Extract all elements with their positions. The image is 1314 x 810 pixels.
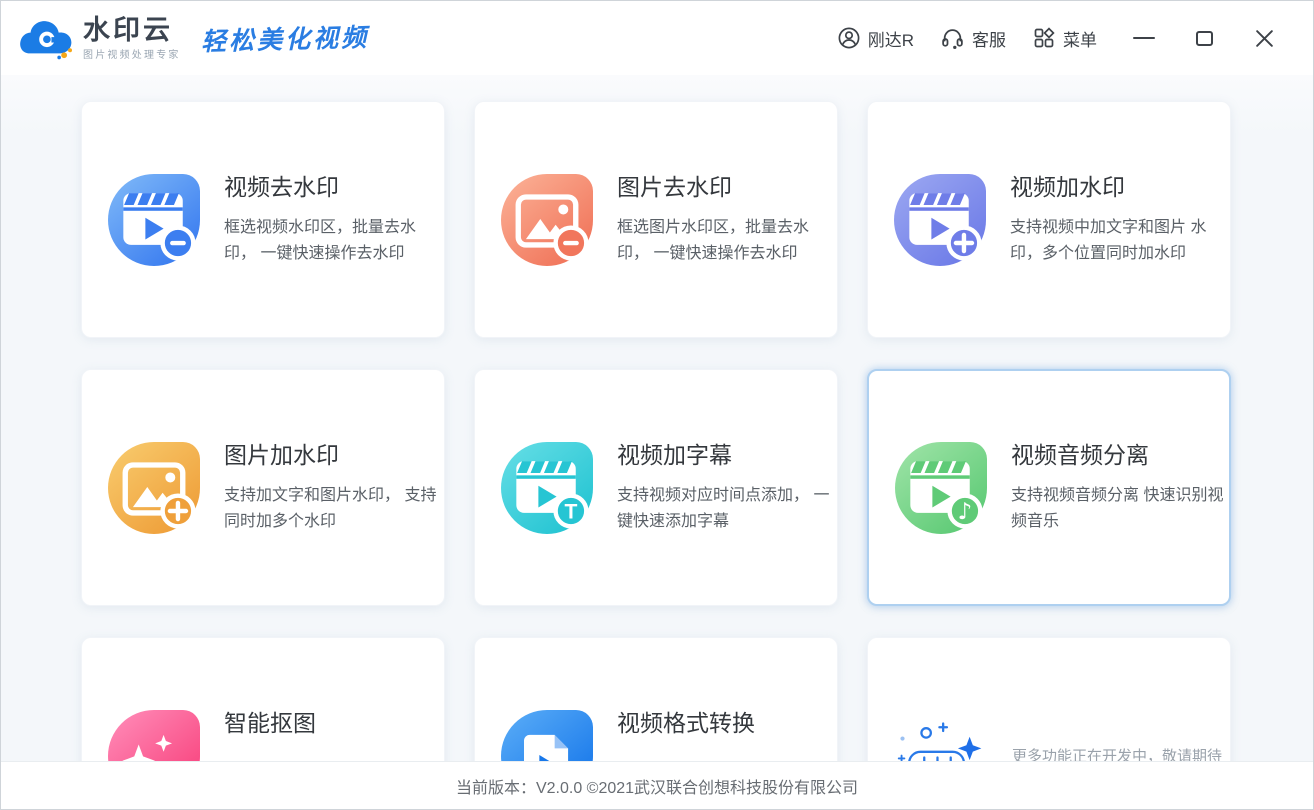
card-description: 支持加文字和图片水印， 支持同时加多个水印: [224, 487, 437, 530]
card-video-audio-split[interactable]: ♪ 视频音频分离 支持视频音频分离 快速识别视频音乐: [867, 369, 1231, 606]
card-image-remove-watermark[interactable]: 图片去水印 框选图片水印区，批量去水印， 一键快速操作去水印: [474, 101, 838, 338]
card-description: 支持视频中加文字和图片 水印，多个位置同时加水印: [1010, 219, 1207, 262]
customer-service-label: 客服: [972, 30, 1006, 50]
minus-badge: [170, 240, 186, 245]
card-title: 视频去水印: [224, 174, 339, 200]
image-remove-watermark-icon: [515, 193, 589, 261]
card-title: 图片加水印: [224, 442, 339, 468]
app-subtitle: 图片视频处理专家: [83, 49, 181, 61]
title-bar: 水印云 图片视频处理专家 轻松美化视频 刚达R 客服 菜单: [1, 1, 1313, 75]
card-title: 智能抠图: [224, 710, 316, 736]
coming-soon-illustration: [897, 721, 982, 761]
app-logo: 水印云 图片视频处理专家: [17, 15, 181, 61]
user-icon: [838, 27, 860, 49]
headset-icon: [942, 28, 963, 49]
card-description: 框选视频水印区，批量去水印， 一键快速操作去水印: [224, 219, 417, 262]
coming-soon-text: 更多功能正在开发中，敬请期待: [1012, 748, 1223, 761]
maximize-icon: [1195, 30, 1213, 46]
video-format-convert-icon: [524, 734, 569, 761]
music-note-badge: ♪: [958, 499, 973, 525]
minimize-button[interactable]: [1131, 25, 1157, 51]
slogan: 轻松美化视频: [200, 24, 370, 57]
feature-grid-area: 视频去水印 框选视频水印区，批量去水印， 一键快速操作去水印 图片去水印 框选图…: [1, 75, 1313, 761]
feature-grid: 视频去水印 框选视频水印区，批量去水印， 一键快速操作去水印 图片去水印 框选图…: [1, 75, 1313, 761]
status-bar: 当前版本：V2.0.0 ©2021武汉联合创想科技股份有限公司: [1, 761, 1313, 809]
minus-badge: [563, 240, 579, 245]
minimize-icon: [1133, 36, 1155, 40]
video-add-subtitle-icon: T: [516, 460, 589, 529]
card-description: [224, 751, 442, 761]
maximize-button[interactable]: [1191, 25, 1217, 51]
card-description: 框选图片水印区，批量去水印， 一键快速操作去水印: [617, 219, 810, 262]
app-title: 水印云: [83, 14, 173, 45]
card-title: 视频格式转换: [617, 710, 755, 736]
card-coming-soon[interactable]: 更多功能正在开发中，敬请期待: [867, 637, 1231, 761]
customer-service-button[interactable]: 客服: [940, 26, 1006, 51]
video-add-watermark-icon: [909, 192, 982, 261]
card-title: 图片去水印: [617, 174, 732, 200]
video-audio-split-icon: ♪: [910, 460, 983, 529]
close-icon: [1255, 29, 1273, 47]
smart-cutout-icon: [122, 734, 173, 761]
card-video-add-watermark[interactable]: 视频加水印 支持视频中加文字和图片 水印，多个位置同时加水印: [867, 101, 1231, 338]
card-title: 视频音频分离: [1011, 442, 1149, 468]
cloud-logo-icon: [20, 21, 73, 60]
menu-grid-icon: [1034, 27, 1055, 48]
user-name: 刚达R: [867, 30, 914, 50]
menu-button[interactable]: 菜单: [1032, 26, 1097, 51]
card-description: [617, 751, 835, 761]
card-smart-cutout[interactable]: 智能抠图: [81, 637, 445, 761]
card-description: 支持视频对应时间点添加， 一键快速添加字幕: [617, 487, 830, 530]
card-video-add-subtitle[interactable]: T 视频加字幕 支持视频对应时间点添加， 一键快速添加字幕: [474, 369, 838, 606]
menu-label: 菜单: [1063, 30, 1097, 50]
user-account-button[interactable]: 刚达R: [837, 26, 914, 51]
card-title: 视频加字幕: [617, 442, 732, 468]
version-text: 当前版本：V2.0.0 ©2021武汉联合创想科技股份有限公司: [455, 779, 859, 797]
card-video-remove-watermark[interactable]: 视频去水印 框选视频水印区，批量去水印， 一键快速操作去水印: [81, 101, 445, 338]
card-title: 视频加水印: [1010, 174, 1125, 200]
image-add-watermark-icon: [122, 461, 196, 529]
card-video-format-convert[interactable]: 视频格式转换: [474, 637, 838, 761]
card-description: 支持视频音频分离 快速识别视频音乐: [1011, 487, 1224, 530]
text-badge: T: [565, 500, 578, 523]
card-image-add-watermark[interactable]: 图片加水印 支持加文字和图片水印， 支持同时加多个水印: [81, 369, 445, 606]
video-remove-watermark-icon: [123, 192, 196, 261]
close-button[interactable]: [1251, 25, 1277, 51]
